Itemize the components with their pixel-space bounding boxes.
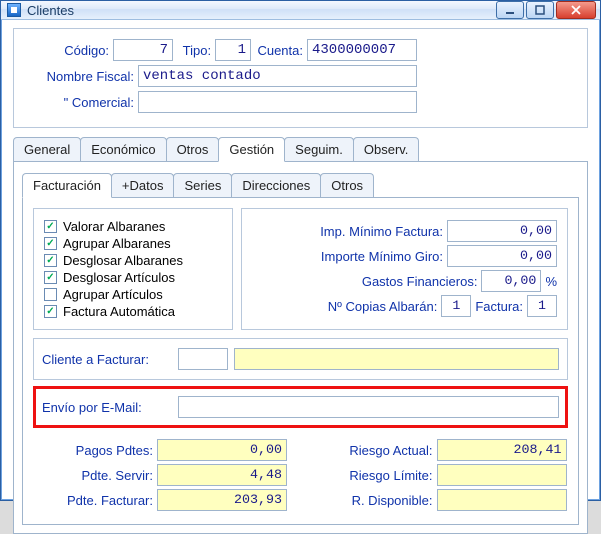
chk-valorar-albaranes[interactable] xyxy=(44,220,57,233)
inner-tab-body: Valorar Albaranes Agrupar Albaranes Desg… xyxy=(22,197,579,525)
chk-desglosar-alb-label: Desglosar Albaranes xyxy=(63,253,183,268)
pagos-pdtes-label: Pagos Pdtes: xyxy=(33,443,153,458)
chk-factura-automatica[interactable] xyxy=(44,305,57,318)
titlebar[interactable]: Clientes xyxy=(1,1,600,20)
pdte-servir-value xyxy=(157,464,287,486)
r-disponible-label: R. Disponible: xyxy=(313,493,433,508)
riesgo-limite-value xyxy=(437,464,567,486)
factura-copies-field[interactable] xyxy=(527,295,557,317)
cuenta-field[interactable] xyxy=(307,39,417,61)
cliente-facturar-box: Cliente a Facturar: xyxy=(33,338,568,380)
chk-desglosar-articulos[interactable] xyxy=(44,271,57,284)
pdte-facturar-label: Pdte. Facturar: xyxy=(33,493,153,508)
pdte-servir-label: Pdte. Servir: xyxy=(33,468,153,483)
gastos-fin-field[interactable] xyxy=(481,270,541,292)
pagos-pdtes-value xyxy=(157,439,287,461)
chk-agrupar-alb-label: Agrupar Albaranes xyxy=(63,236,171,251)
gastos-fin-label: Gastos Financieros: xyxy=(252,274,477,289)
tab-series[interactable]: Series xyxy=(173,173,232,197)
tab-seguim[interactable]: Seguim. xyxy=(284,137,354,161)
tab-observ[interactable]: Observ. xyxy=(353,137,420,161)
tipo-label: Tipo: xyxy=(177,43,211,58)
inner-tabs: Facturación +Datos Series Direcciones Ot… xyxy=(22,172,579,525)
nombre-fiscal-label: Nombre Fiscal: xyxy=(24,69,134,84)
tab-economico[interactable]: Económico xyxy=(80,137,166,161)
riesgo-limite-label: Riesgo Límite: xyxy=(313,468,433,483)
nombre-fiscal-field[interactable] xyxy=(138,65,417,87)
header-panel: Código: Tipo: Cuenta: Nombre Fiscal: " C… xyxy=(13,28,588,128)
envio-email-label: Envío por E-Mail: xyxy=(42,400,172,415)
importe-min-giro-label: Importe Mínimo Giro: xyxy=(252,249,443,264)
window-title: Clientes xyxy=(27,3,496,18)
copias-albaran-field[interactable] xyxy=(441,295,471,317)
tab-facturacion[interactable]: Facturación xyxy=(22,173,112,198)
minimize-button[interactable] xyxy=(496,1,524,19)
app-icon xyxy=(7,3,21,17)
riesgo-actual-value xyxy=(437,439,567,461)
factura-copies-label: Factura: xyxy=(475,299,523,314)
riesgo-actual-label: Riesgo Actual: xyxy=(313,443,433,458)
r-disponible-value xyxy=(437,489,567,511)
chk-desglosar-art-label: Desglosar Artículos xyxy=(63,270,175,285)
gastos-fin-unit: % xyxy=(545,274,557,289)
outer-tab-body: Facturación +Datos Series Direcciones Ot… xyxy=(13,161,588,534)
imp-min-factura-field[interactable] xyxy=(447,220,557,242)
chk-valorar-label: Valorar Albaranes xyxy=(63,219,165,234)
comercial-field[interactable] xyxy=(138,91,417,113)
cliente-facturar-label: Cliente a Facturar: xyxy=(42,352,172,367)
tab-masdatos[interactable]: +Datos xyxy=(111,173,175,197)
tab-direcciones[interactable]: Direcciones xyxy=(231,173,321,197)
amounts-panel: Imp. Mínimo Factura: Importe Mínimo Giro… xyxy=(241,208,568,330)
tab-general[interactable]: General xyxy=(13,137,81,161)
checkbox-panel: Valorar Albaranes Agrupar Albaranes Desg… xyxy=(33,208,233,330)
importe-min-giro-field[interactable] xyxy=(447,245,557,267)
tab-gestion[interactable]: Gestión xyxy=(218,137,285,162)
chk-agrupar-articulos[interactable] xyxy=(44,288,57,301)
cuenta-label: Cuenta: xyxy=(255,43,303,58)
chk-agrupar-albaranes[interactable] xyxy=(44,237,57,250)
chk-factura-auto-label: Factura Automática xyxy=(63,304,175,319)
copias-albaran-label: Nº Copias Albarán: xyxy=(252,299,437,314)
envio-email-box: Envío por E-Mail: xyxy=(33,386,568,428)
chk-desglosar-albaranes[interactable] xyxy=(44,254,57,267)
tab-inner-otros[interactable]: Otros xyxy=(320,173,374,197)
chk-agrupar-art-label: Agrupar Artículos xyxy=(63,287,163,302)
stats-panel: Pagos Pdtes: Pdte. Servir: Pdte. Factura… xyxy=(33,436,568,514)
outer-tabs: General Económico Otros Gestión Seguim. … xyxy=(13,136,588,534)
cliente-facturar-code[interactable] xyxy=(178,348,228,370)
cliente-facturar-name[interactable] xyxy=(234,348,559,370)
window: Clientes Código: Tipo: Cuenta: Nombre Fi… xyxy=(0,0,601,501)
pdte-facturar-value xyxy=(157,489,287,511)
close-button[interactable] xyxy=(556,1,596,19)
codigo-label: Código: xyxy=(24,43,109,58)
envio-email-field[interactable] xyxy=(178,396,559,418)
codigo-field[interactable] xyxy=(113,39,173,61)
imp-min-factura-label: Imp. Mínimo Factura: xyxy=(252,224,443,239)
tipo-field[interactable] xyxy=(215,39,251,61)
comercial-label: " Comercial: xyxy=(24,95,134,110)
maximize-button[interactable] xyxy=(526,1,554,19)
tab-otros[interactable]: Otros xyxy=(166,137,220,161)
